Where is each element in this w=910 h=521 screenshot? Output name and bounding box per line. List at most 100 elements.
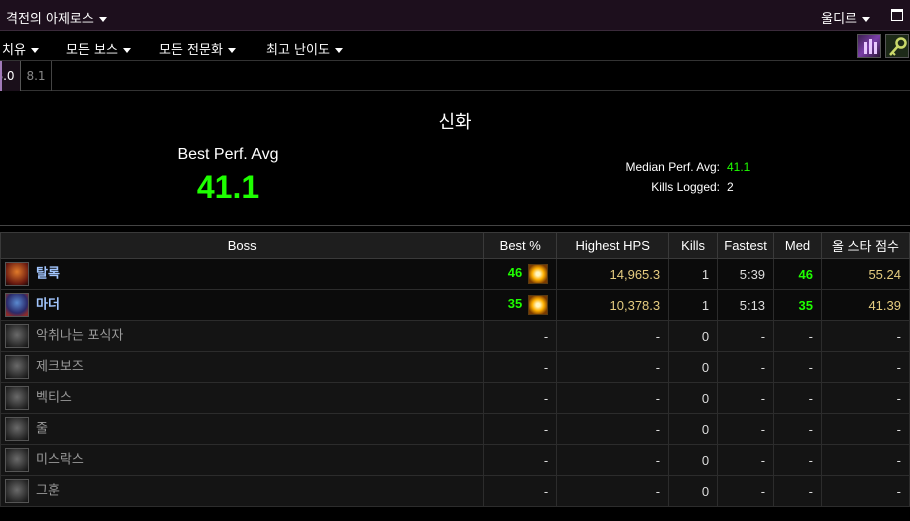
med-cell: 46 — [773, 258, 822, 290]
difficulty-heading: 신화 — [438, 112, 472, 133]
fastest-cell: - — [717, 444, 775, 476]
boss-rankings-table: Boss Best % Highest HPS Kills Fastest Me… — [0, 232, 910, 507]
hps-cell: 10,378.3 — [556, 289, 670, 321]
boss-name[interactable]: 벡티스 — [36, 389, 72, 404]
boss-cell: 제크보즈 — [0, 351, 485, 383]
col-header-hps[interactable]: Highest HPS — [556, 232, 670, 259]
best-cell: - — [483, 320, 558, 352]
med-cell: - — [773, 475, 822, 507]
fetid-devourer-icon — [5, 324, 29, 348]
kills-cell: 0 — [668, 382, 719, 414]
bosses-dropdown[interactable]: 모든 보스 — [66, 39, 131, 58]
key-icon[interactable] — [885, 34, 909, 58]
table-row[interactable]: 벡티스 - - 0 - - - — [0, 382, 910, 414]
top-bar: 격전의 아제로스 울디르 — [0, 0, 910, 31]
best-cell: 35 — [483, 289, 558, 321]
class-spec-icon[interactable] — [857, 34, 881, 58]
col-header-med[interactable]: Med — [773, 232, 822, 259]
chevron-down-icon — [98, 17, 107, 22]
kills-cell: 0 — [668, 475, 719, 507]
col-header-boss[interactable]: Boss — [0, 232, 485, 259]
fastest-cell: 5:13 — [717, 289, 775, 321]
allstar-cell: - — [821, 320, 910, 352]
best-cell: - — [483, 351, 558, 383]
kills-cell: 0 — [668, 351, 719, 383]
table-row[interactable]: 마더 35 10,378.3 1 5:13 35 41.39 — [0, 289, 910, 321]
boss-cell: 마더 — [0, 289, 485, 321]
chevron-down-icon — [334, 48, 343, 53]
maximize-icon[interactable] — [891, 9, 903, 21]
median-perf-label: Median Perf. Avg: — [625, 160, 721, 174]
fastest-cell: - — [717, 475, 775, 507]
allstar-cell: - — [821, 382, 910, 414]
best-pct: 35 — [507, 296, 523, 312]
boss-cell: 탈록 — [0, 258, 485, 290]
best-perf-value: 41.1 — [196, 169, 260, 205]
kills-cell: 1 — [668, 258, 719, 290]
raid-dropdown[interactable]: 울디르 — [821, 8, 870, 27]
boss-cell: 줄 — [0, 413, 485, 445]
table-row[interactable]: 악취나는 포식자 - - 0 - - - — [0, 320, 910, 352]
boss-name[interactable]: 마더 — [36, 296, 60, 311]
hps-cell: - — [556, 444, 670, 476]
best-perf-label: Best Perf. Avg — [177, 146, 279, 163]
bosses-label: 모든 보스 — [66, 43, 118, 58]
boss-cell: 미스락스 — [0, 444, 485, 476]
table-row[interactable]: 제크보즈 - - 0 - - - — [0, 351, 910, 383]
table-row[interactable]: 줄 - - 0 - - - — [0, 413, 910, 445]
fastest-cell: - — [717, 413, 775, 445]
kills-logged-label: Kills Logged: — [651, 180, 720, 194]
tab-patch-8-0[interactable]: 8.0 — [0, 61, 21, 91]
best-pct: 46 — [507, 265, 523, 281]
vectis-icon — [5, 386, 29, 410]
fastest-cell: 5:39 — [717, 258, 775, 290]
allstar-cell: - — [821, 413, 910, 445]
patch-tabs: 8.0 8.1 — [0, 61, 910, 91]
hps-cell: 14,965.3 — [556, 258, 670, 290]
fastest-cell: - — [717, 351, 775, 383]
col-header-best[interactable]: Best % — [483, 232, 558, 259]
chevron-down-icon — [30, 48, 39, 53]
boss-name[interactable]: 제크보즈 — [36, 358, 84, 373]
mythrax-icon — [5, 448, 29, 472]
table-row[interactable]: 미스락스 - - 0 - - - — [0, 444, 910, 476]
star-icon — [528, 295, 549, 315]
median-perf-value: 41.1 — [727, 160, 751, 174]
raid-label: 울디르 — [821, 12, 857, 27]
col-header-fastest[interactable]: Fastest — [717, 232, 775, 259]
role-label: 치유 — [2, 43, 26, 58]
med-cell: - — [773, 413, 822, 445]
zone-dropdown[interactable]: 격전의 아제로스 — [6, 8, 107, 27]
col-header-allstar[interactable]: 올 스타 점수 — [821, 232, 910, 259]
col-header-kills[interactable]: Kills — [668, 232, 719, 259]
boss-name[interactable]: 그훈 — [36, 482, 60, 497]
hps-cell: - — [556, 351, 670, 383]
zone-label: 격전의 아제로스 — [6, 12, 94, 27]
boss-name[interactable]: 미스락스 — [36, 451, 84, 466]
table-row[interactable]: 그훈 - - 0 - - - — [0, 475, 910, 507]
chevron-down-icon — [122, 48, 131, 53]
boss-name[interactable]: 악취나는 포식자 — [36, 327, 123, 342]
boss-name[interactable]: 탈록 — [36, 265, 60, 280]
best-cell: - — [483, 444, 558, 476]
fastest-cell: - — [717, 320, 775, 352]
kills-logged-value: 2 — [727, 180, 734, 194]
allstar-cell: - — [821, 351, 910, 383]
zekvoz-icon — [5, 355, 29, 379]
best-cell: - — [483, 413, 558, 445]
table-header-row: Boss Best % Highest HPS Kills Fastest Me… — [0, 232, 910, 259]
performance-summary: 신화 Best Perf. Avg 41.1 Median Perf. Avg:… — [0, 91, 910, 226]
filter-bar: 치유 모든 보스 모든 전문화 최고 난이도 — [0, 31, 910, 61]
allstar-cell: 41.39 — [821, 289, 910, 321]
mother-icon — [5, 293, 29, 317]
table-row[interactable]: 탈록 46 14,965.3 1 5:39 46 55.24 — [0, 258, 910, 290]
difficulty-label: 최고 난이도 — [266, 43, 330, 58]
difficulty-dropdown[interactable]: 최고 난이도 — [266, 39, 343, 58]
spec-label: 모든 전문화 — [159, 43, 223, 58]
role-dropdown[interactable]: 치유 — [2, 39, 39, 58]
med-cell: - — [773, 351, 822, 383]
spec-dropdown[interactable]: 모든 전문화 — [159, 39, 236, 58]
boss-name[interactable]: 줄 — [36, 420, 48, 435]
fastest-cell: - — [717, 382, 775, 414]
tab-patch-8-1[interactable]: 8.1 — [21, 61, 52, 91]
